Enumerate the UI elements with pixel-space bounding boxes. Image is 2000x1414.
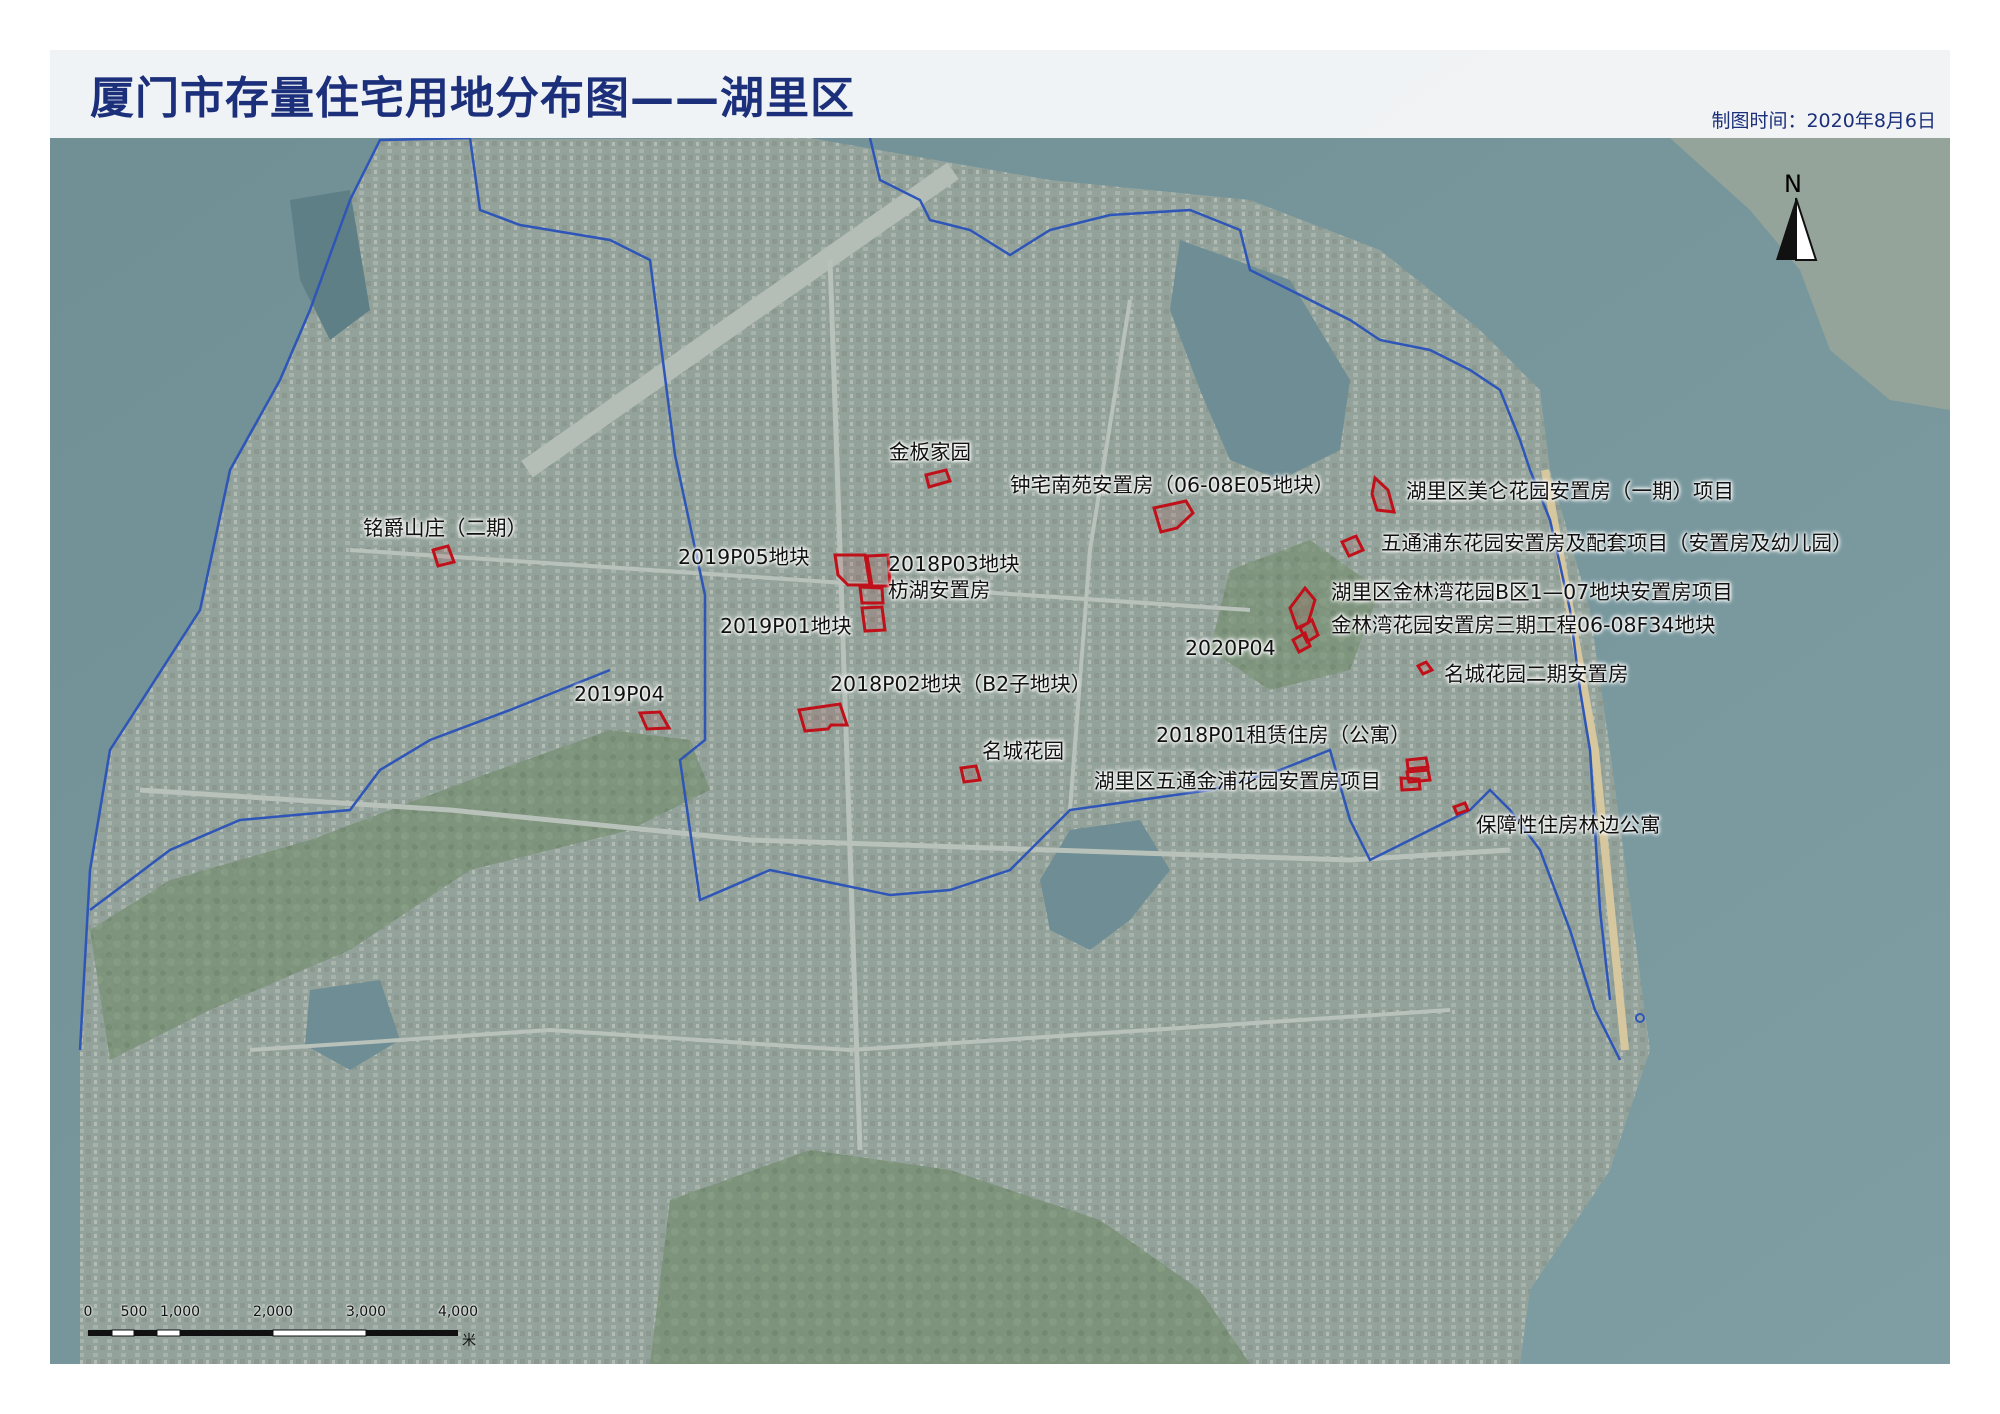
parcel-label[interactable]: 2019P05地块: [678, 547, 810, 568]
parcel-label[interactable]: 湖里区美仑花园安置房（一期）项目: [1406, 481, 1734, 502]
title-banner: 厦门市存量住宅用地分布图——湖里区 制图时间：2020年8月6日: [50, 50, 1950, 138]
map-frame[interactable]: 厦门市存量住宅用地分布图——湖里区 制图时间：2020年8月6日 金板家园 钟宅…: [50, 50, 1950, 1364]
parcel-label[interactable]: 金板家园: [889, 442, 971, 463]
parcel-label[interactable]: 湖里区五通金浦花园安置房项目: [1094, 771, 1381, 792]
scale-bar-graphic: [88, 1329, 458, 1337]
parcel-rental: [1405, 756, 1430, 771]
scale-bar: 0 500 1,000 2,000 3,000 4,000 米: [68, 1302, 488, 1357]
parcel-label[interactable]: 湖里区金林湾花园B区1—07地块安置房项目: [1331, 582, 1733, 603]
parcel-label[interactable]: 2019P01地块: [720, 616, 852, 637]
parcel-linbian: [1451, 801, 1471, 816]
parcel-label[interactable]: 枋湖安置房: [888, 580, 991, 601]
parcel-label[interactable]: 2020P04: [1185, 638, 1276, 659]
parcel-label[interactable]: 名城花园二期安置房: [1444, 664, 1629, 685]
parcel-fanghu: [858, 585, 885, 605]
north-label: N: [1784, 170, 1802, 198]
parcel-label[interactable]: 保障性住房林边公寓: [1476, 815, 1661, 836]
parcel-label[interactable]: 五通浦东花园安置房及配套项目（安置房及幼儿园）: [1381, 533, 1853, 554]
parcel-label[interactable]: 2018P02地块（B2子地块）: [830, 674, 1091, 695]
parcel-label[interactable]: 铭爵山庄（二期）: [363, 518, 527, 539]
parcel-label[interactable]: 2019P04: [574, 684, 665, 705]
parcel-label[interactable]: 2018P01租赁住房（公寓）: [1156, 725, 1411, 746]
map-title: 厦门市存量住宅用地分布图——湖里区: [90, 73, 855, 124]
parcel-label[interactable]: 钟宅南苑安置房（06-08E05地块）: [1010, 475, 1334, 496]
parcel-label[interactable]: 2018P03地块: [888, 554, 1020, 575]
parcel-label[interactable]: 金林湾花园安置房三期工程06-08F34地块: [1331, 615, 1715, 636]
map-date: 制图时间：2020年8月6日: [1711, 110, 1936, 132]
satellite-map[interactable]: [50, 50, 1950, 1364]
parcel-jinpu: [1399, 776, 1422, 792]
parcel-2019p01: [860, 605, 887, 633]
parcel-label[interactable]: 名城花园: [982, 741, 1064, 762]
parcel-2018p03: [865, 553, 892, 588]
scale-unit: 米: [462, 1333, 476, 1349]
parcel-mingcheng: [959, 764, 982, 784]
